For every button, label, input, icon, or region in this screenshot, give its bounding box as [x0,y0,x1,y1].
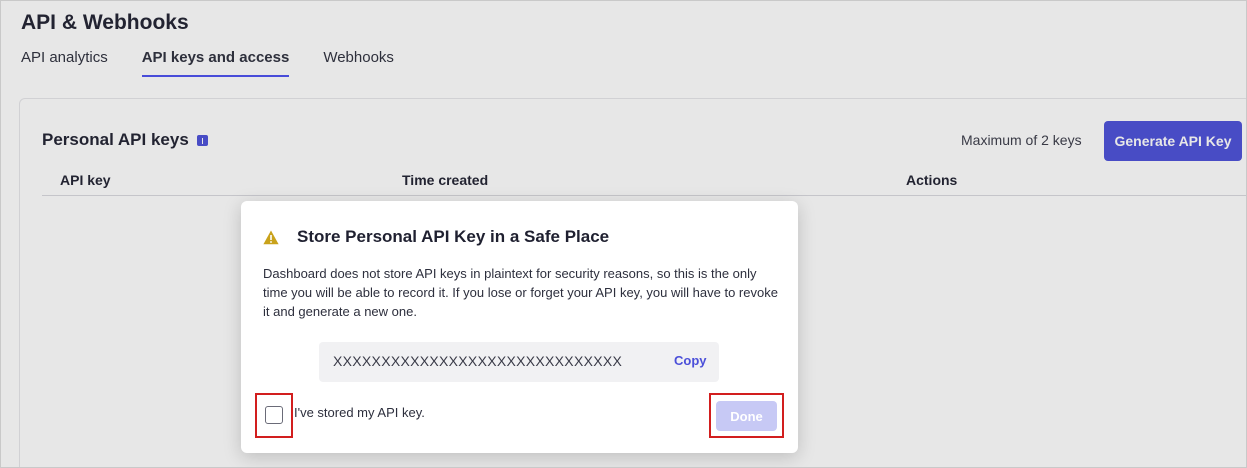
dialog-message: Dashboard does not store API keys in pla… [263,266,778,319]
checkbox-label[interactable]: I've stored my API key. [294,405,425,420]
done-button[interactable]: Done [716,401,777,431]
stored-key-checkbox[interactable] [265,406,283,424]
store-api-key-dialog: Store Personal API Key in a Safe Place D… [241,201,798,453]
app-window: API & Webhooks API analytics API keys an… [0,0,1247,468]
api-key-box: XXXXXXXXXXXXXXXXXXXXXXXXXXXXXX Copy [319,342,719,382]
checkbox-highlight [255,393,293,438]
done-highlight: Done [709,393,784,438]
api-key-value: XXXXXXXXXXXXXXXXXXXXXXXXXXXXXX [333,353,623,369]
warning-icon [263,230,279,244]
dialog-title-text: Store Personal API Key in a Safe Place [297,227,610,246]
dialog-title: Store Personal API Key in a Safe Place [263,227,609,247]
copy-button[interactable]: Copy [674,353,707,368]
